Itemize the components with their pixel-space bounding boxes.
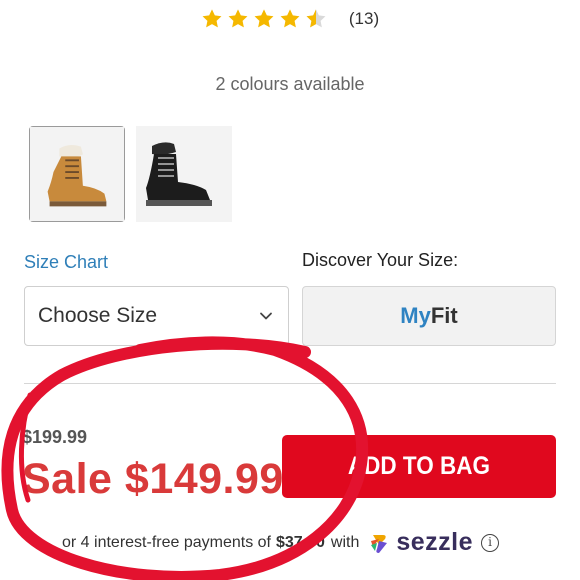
star-icon bbox=[279, 8, 301, 30]
sezzle-logo-icon bbox=[371, 534, 388, 553]
review-count[interactable]: (13) bbox=[349, 9, 379, 29]
myfit-button[interactable]: My Fit bbox=[302, 286, 556, 346]
star-icon bbox=[201, 8, 223, 30]
product-rating[interactable]: (13) bbox=[0, 8, 580, 30]
half-star-icon bbox=[305, 8, 327, 30]
sezzle-text-before: or 4 interest-free payments of bbox=[62, 533, 271, 551]
star-icon bbox=[253, 8, 275, 30]
rating-stars bbox=[201, 8, 327, 30]
sale-price: Sale $149.99 bbox=[22, 455, 284, 503]
size-select-value: Choose Size bbox=[38, 304, 158, 327]
sezzle-text-after: with bbox=[330, 533, 360, 551]
sezzle-wordmark: sezzle bbox=[396, 528, 474, 556]
wheat-boot-image bbox=[30, 127, 124, 221]
sezzle-amount: $37.50 bbox=[275, 533, 325, 551]
discover-size-label: Discover Your Size: bbox=[302, 250, 459, 270]
star-icon bbox=[227, 8, 249, 30]
myfit-logo-my: My bbox=[400, 303, 431, 328]
colour-swatch-black[interactable] bbox=[136, 126, 232, 222]
myfit-logo-fit: Fit bbox=[430, 303, 458, 328]
colour-swatch-wheat[interactable] bbox=[29, 126, 125, 222]
divider bbox=[24, 383, 556, 384]
sezzle-logo: sezzle bbox=[367, 528, 473, 557]
size-select[interactable]: Choose Size bbox=[24, 286, 289, 346]
size-chart-link[interactable]: Size Chart bbox=[24, 252, 108, 273]
sezzle-installments[interactable]: or 4 interest-free payments of $37.50 wi… bbox=[62, 528, 500, 557]
black-boot-image bbox=[136, 126, 232, 222]
info-icon[interactable]: i bbox=[481, 533, 500, 552]
colours-available-label: 2 colours available bbox=[215, 74, 365, 94]
add-to-bag-label: ADD TO BAG bbox=[347, 452, 491, 480]
original-price: $199.99 bbox=[22, 427, 88, 447]
chevron-down-icon bbox=[258, 308, 274, 324]
add-to-bag-button[interactable]: ADD TO BAG bbox=[282, 435, 556, 498]
